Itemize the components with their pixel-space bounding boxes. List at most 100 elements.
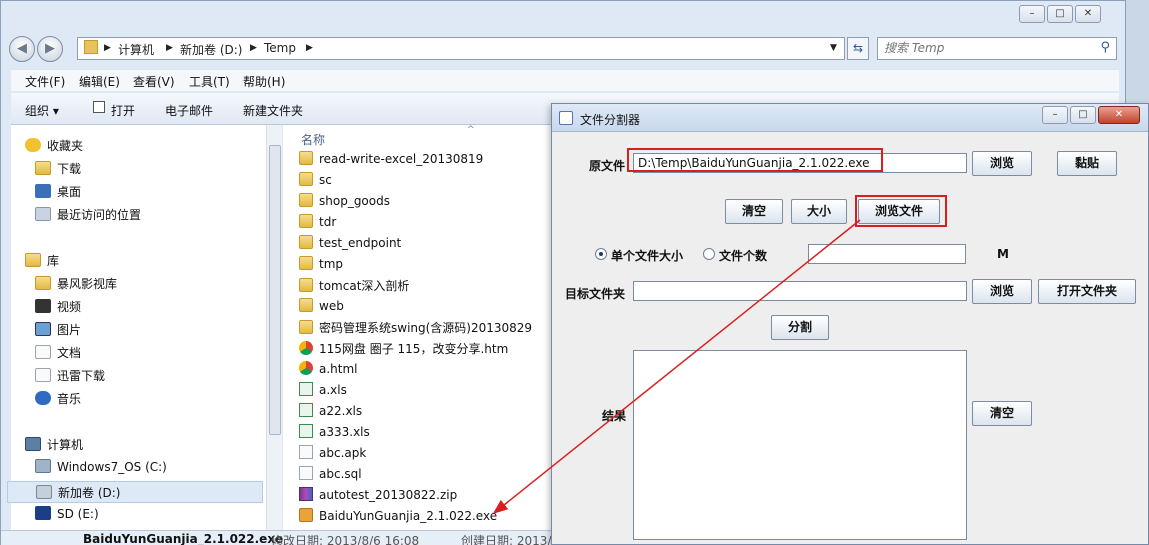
- file-row[interactable]: a.xls: [299, 382, 347, 402]
- nav-library-videos[interactable]: 视频: [35, 298, 81, 318]
- chevron-down-icon[interactable]: ▼: [830, 43, 837, 53]
- xls-icon: [299, 382, 313, 396]
- breadcrumb-drive-d[interactable]: 新加卷 (D:): [180, 41, 242, 58]
- file-row[interactable]: 115网盘 圈子 115，改变分享.htm: [299, 340, 508, 360]
- open-button[interactable]: 打开: [111, 102, 135, 119]
- target-browse-button[interactable]: 浏览: [972, 279, 1032, 304]
- breadcrumb-computer[interactable]: 计算机: [118, 41, 154, 58]
- splitter-title-bar[interactable]: 文件分割器 – □ ✕: [552, 104, 1148, 132]
- nav-library-music[interactable]: 音乐: [35, 390, 81, 410]
- nav-library-documents[interactable]: 文档: [35, 344, 81, 364]
- nav-downloads[interactable]: 下载: [35, 160, 81, 180]
- browse-file-button[interactable]: 浏览文件: [858, 199, 940, 224]
- file-row[interactable]: autotest_20130822.zip: [299, 487, 457, 507]
- splitter-close-button[interactable]: ✕: [1098, 106, 1140, 124]
- file-row[interactable]: a.html: [299, 361, 358, 381]
- nav-desktop[interactable]: 桌面: [35, 183, 81, 203]
- nav-library-xunlei[interactable]: 迅雷下载: [35, 367, 105, 387]
- search-input[interactable]: [884, 41, 1094, 55]
- nav-libraries[interactable]: 库: [25, 252, 59, 272]
- nav-favorites[interactable]: 收藏夹: [25, 137, 83, 157]
- single-size-label[interactable]: 单个文件大小: [611, 247, 683, 264]
- file-row[interactable]: abc.apk: [299, 445, 366, 465]
- file-name: read-write-excel_20130819: [319, 152, 484, 166]
- computer-icon: [25, 437, 41, 451]
- new-folder-button[interactable]: 新建文件夹: [243, 102, 303, 119]
- file-count-radio[interactable]: [703, 248, 715, 260]
- file-row[interactable]: web: [299, 298, 344, 318]
- splitter-minimize-button[interactable]: –: [1042, 106, 1068, 124]
- back-button[interactable]: ◀: [9, 36, 35, 62]
- scrollbar-thumb[interactable]: [269, 145, 281, 435]
- source-file-field[interactable]: [633, 153, 967, 173]
- folder-icon: [84, 40, 98, 54]
- result-textarea[interactable]: [633, 350, 967, 540]
- nav-scrollbar[interactable]: [266, 125, 282, 530]
- file-name: web: [319, 299, 344, 313]
- search-icon[interactable]: ⚲: [1100, 40, 1110, 55]
- file-row[interactable]: a22.xls: [299, 403, 362, 423]
- menu-edit[interactable]: 编辑(E): [79, 73, 120, 90]
- maximize-button[interactable]: □: [1047, 5, 1073, 23]
- menu-tools[interactable]: 工具(T): [189, 73, 230, 90]
- split-size-field[interactable]: [808, 244, 966, 264]
- file-row[interactable]: BaiduYunGuanjia_2.1.022.exe: [299, 508, 497, 528]
- nav-drive-e[interactable]: SD (E:): [35, 506, 99, 526]
- sort-caret-icon: ^: [467, 125, 475, 135]
- file-count-label[interactable]: 文件个数: [719, 247, 767, 264]
- file-row[interactable]: test_endpoint: [299, 235, 401, 255]
- forward-button[interactable]: ▶: [37, 36, 63, 62]
- nav-recent-places[interactable]: 最近访问的位置: [35, 206, 141, 226]
- browse-button[interactable]: 浏览: [972, 151, 1032, 176]
- nav-label: 图片: [57, 323, 82, 337]
- address-bar[interactable]: ▶ 计算机 ▶ 新加卷 (D:) ▶ Temp ▶ ▼: [77, 37, 845, 60]
- minimize-button[interactable]: –: [1019, 5, 1045, 23]
- file-name: test_endpoint: [319, 236, 402, 250]
- target-folder-field[interactable]: [633, 281, 967, 301]
- search-box[interactable]: ⚲: [877, 37, 1117, 60]
- file-row[interactable]: read-write-excel_20130819: [299, 151, 483, 171]
- file-row[interactable]: tdr: [299, 214, 336, 234]
- navigation-pane: 收藏夹 下载 桌面 最近访问的位置 库 暴风影视库 视频 图片 文档 迅雷下载 …: [7, 125, 281, 530]
- column-header-name[interactable]: 名称: [301, 131, 325, 148]
- single-size-radio[interactable]: [595, 248, 607, 260]
- close-button[interactable]: ✕: [1075, 5, 1101, 23]
- organize-button[interactable]: 组织 ▾: [25, 102, 59, 119]
- file-row[interactable]: 密码管理系统swing(含源码)20130829: [299, 319, 532, 339]
- file-row[interactable]: a333.xls: [299, 424, 370, 444]
- refresh-icon[interactable]: ⇆: [847, 37, 869, 60]
- nav-computer[interactable]: 计算机: [25, 436, 83, 456]
- email-button[interactable]: 电子邮件: [165, 102, 213, 119]
- nav-label: 迅雷下载: [57, 369, 106, 383]
- file-row[interactable]: shop_goods: [299, 193, 390, 213]
- file-name: abc.sql: [319, 467, 362, 481]
- open-folder-button[interactable]: 打开文件夹: [1038, 279, 1136, 304]
- details-modified: 修改日期: 2013/8/6 16:08: [271, 534, 420, 545]
- file-name: a22.xls: [319, 404, 363, 418]
- file-row[interactable]: sc: [299, 172, 332, 192]
- menu-help[interactable]: 帮助(H): [243, 73, 285, 90]
- clear-button[interactable]: 清空: [725, 199, 783, 224]
- paste-button[interactable]: 黏贴: [1057, 151, 1117, 176]
- splitter-maximize-button[interactable]: □: [1070, 106, 1096, 124]
- file-row[interactable]: abc.sql: [299, 466, 362, 486]
- file-name: sc: [319, 173, 332, 187]
- breadcrumb-temp[interactable]: Temp: [264, 41, 296, 55]
- file-name: 115网盘 圈子 115，改变分享.htm: [319, 342, 509, 356]
- split-button[interactable]: 分割: [771, 315, 829, 340]
- file-name: shop_goods: [319, 194, 390, 208]
- folder-icon: [299, 172, 313, 186]
- nav-library-storm[interactable]: 暴风影视库: [35, 275, 117, 295]
- breadcrumb-separator-icon: ▶: [306, 43, 313, 53]
- menu-file[interactable]: 文件(F): [25, 73, 65, 90]
- result-clear-button[interactable]: 清空: [972, 401, 1032, 426]
- drive-icon: [36, 485, 52, 499]
- file-row[interactable]: tmp: [299, 256, 343, 276]
- size-button[interactable]: 大小: [791, 199, 847, 224]
- menu-view[interactable]: 查看(V): [133, 73, 175, 90]
- nav-library-pictures[interactable]: 图片: [35, 321, 81, 341]
- nav-drive-d[interactable]: 新加卷 (D:): [7, 481, 263, 503]
- file-row[interactable]: tomcat深入剖析: [299, 277, 409, 297]
- source-file-label: 原文件: [589, 159, 626, 173]
- nav-drive-c[interactable]: Windows7_OS (C:): [35, 459, 167, 479]
